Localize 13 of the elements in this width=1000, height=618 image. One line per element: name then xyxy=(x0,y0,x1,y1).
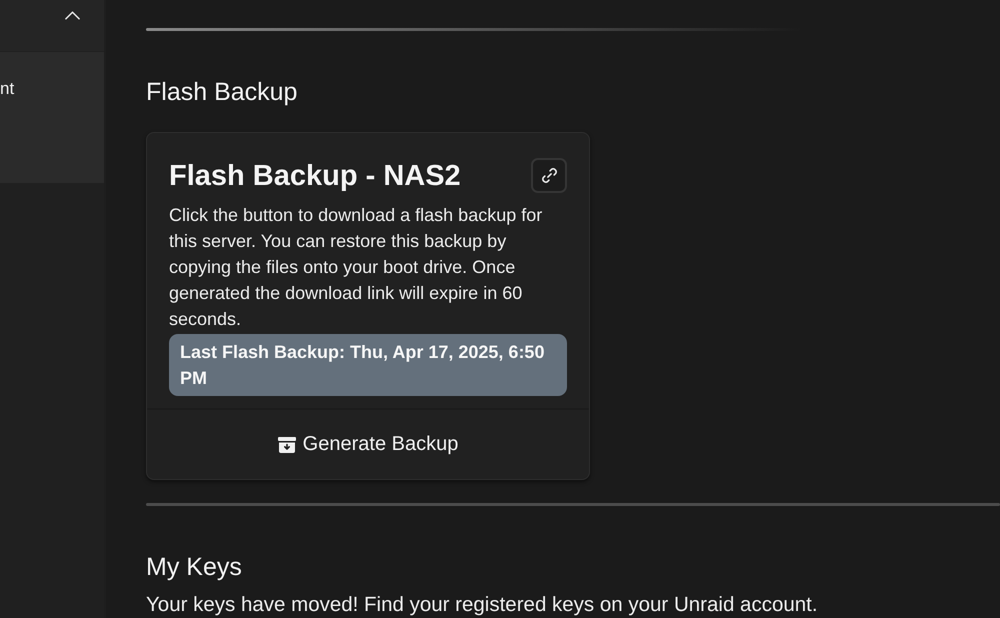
archive-icon xyxy=(278,436,296,452)
link-icon xyxy=(540,166,558,185)
last-backup-status: Last Flash Backup: Thu, Apr 17, 2025, 6:50 PM xyxy=(169,334,567,396)
section-text: Your keys have moved! Find your registered keys on your Unraid account. xyxy=(146,594,818,616)
sidebar-item[interactable]: nt xyxy=(0,52,104,183)
link-button[interactable] xyxy=(531,158,567,193)
card-title: Flash Backup - NAS2 xyxy=(169,158,461,192)
section-heading: My Keys xyxy=(146,552,242,582)
card-description: Click the button to download a flash backup for this server. You can restore this backup by copying the files onto your boot drive. Once generated the download link will expire in 60 seconds. xyxy=(169,204,544,331)
chevron-icon xyxy=(64,10,80,20)
collapse-toggle[interactable] xyxy=(64,9,80,21)
section-heading: Flash Backup xyxy=(146,77,298,107)
generate-backup-button[interactable]: Generate Backup xyxy=(147,410,589,479)
